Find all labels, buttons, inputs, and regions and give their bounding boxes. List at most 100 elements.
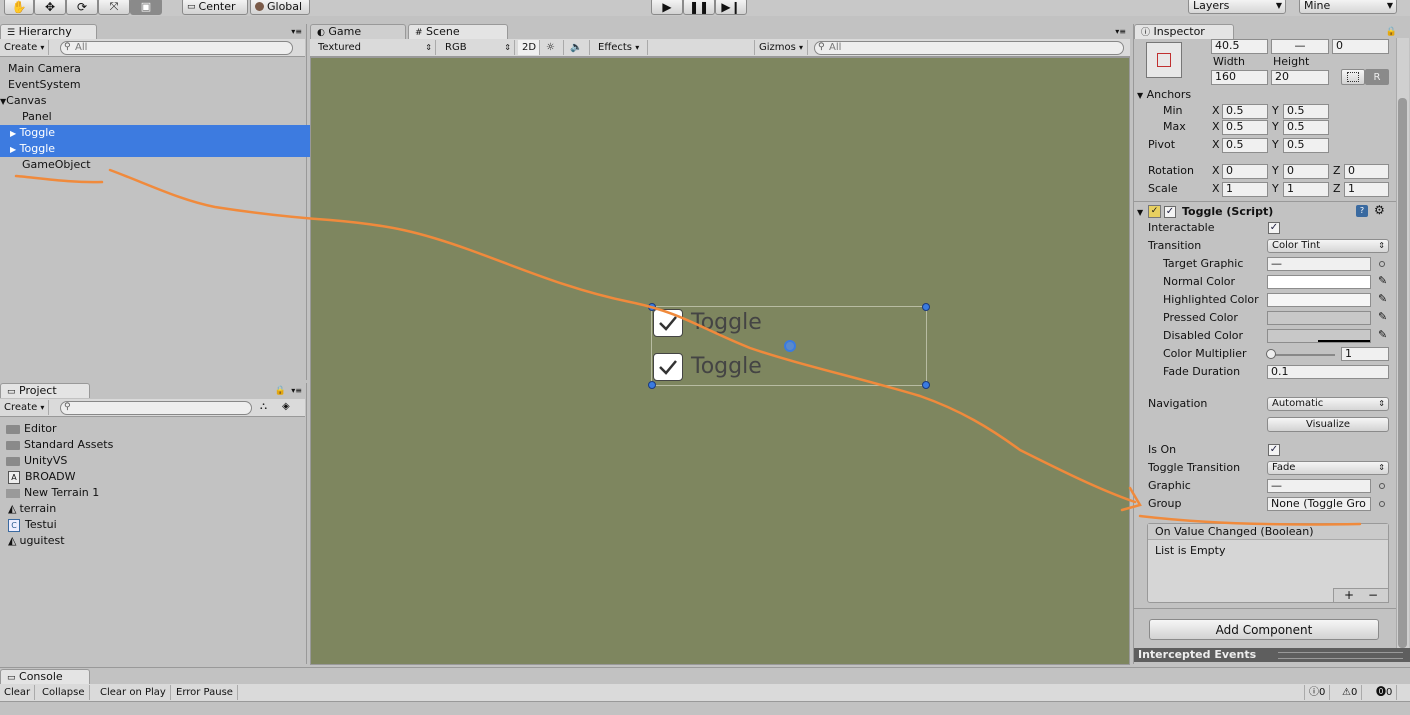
raw-edit-button[interactable]: R xyxy=(1365,69,1389,85)
filter-type-icon[interactable]: ⛬ xyxy=(260,401,267,412)
intercepted-events-bar[interactable]: Intercepted Events xyxy=(1134,648,1410,662)
hierarchy-item-panel[interactable]: Panel xyxy=(0,109,326,125)
disabled-color-field[interactable] xyxy=(1267,329,1371,343)
panel-menu-icon[interactable]: ▾≡ xyxy=(291,27,302,36)
hand-tool-button[interactable]: ✋ xyxy=(4,0,34,15)
layout-dropdown[interactable]: Mine ▼ xyxy=(1299,0,1397,14)
lighting-toggle-button[interactable]: ☼ xyxy=(542,40,564,55)
add-component-button[interactable]: Add Component xyxy=(1149,619,1379,640)
lock-icon[interactable]: 🔒 xyxy=(1386,27,1397,37)
help-book-icon[interactable]: ? xyxy=(1356,205,1368,217)
hierarchy-item-toggle[interactable]: ▶ Toggle xyxy=(0,125,314,141)
component-enabled-checkbox[interactable]: ✓ xyxy=(1164,206,1176,218)
rect-handle[interactable] xyxy=(922,381,930,389)
project-item-editor[interactable]: Editor xyxy=(0,421,310,437)
audio-toggle-button[interactable]: 🔈 xyxy=(566,40,590,55)
pivot-y-field[interactable]: 0.5 xyxy=(1283,138,1329,153)
lock-icon[interactable]: 🔒 xyxy=(275,386,286,396)
pivot-x-field[interactable]: 0.5 xyxy=(1222,138,1268,153)
step-button[interactable]: ▶❙ xyxy=(715,0,747,15)
foldout-arrow-icon[interactable]: ▼ xyxy=(1137,208,1143,217)
toggle-checkbox[interactable] xyxy=(653,353,683,381)
play-button[interactable]: ▶ xyxy=(651,0,683,15)
hierarchy-item-eventsystem[interactable]: EventSystem xyxy=(0,77,312,93)
object-picker-icon[interactable] xyxy=(1379,261,1385,267)
is-on-checkbox[interactable]: ✓ xyxy=(1268,444,1280,456)
interactable-checkbox[interactable]: ✓ xyxy=(1268,222,1280,234)
console-error-pause-button[interactable]: Error Pause xyxy=(172,685,238,700)
scene-viewport[interactable]: Toggle Toggle xyxy=(310,57,1130,665)
eyedropper-icon[interactable]: ✎ xyxy=(1378,292,1387,305)
hierarchy-search-input[interactable]: ⚲ All xyxy=(60,41,293,55)
tab-console[interactable]: ▭ Console xyxy=(0,669,90,684)
move-tool-button[interactable]: ✥ xyxy=(34,0,66,15)
scene-toggle[interactable]: Toggle xyxy=(653,308,833,340)
project-create-button[interactable]: Create ▾ xyxy=(0,400,50,415)
pause-button[interactable]: ❚❚ xyxy=(683,0,715,15)
scrollbar-thumb[interactable] xyxy=(1398,98,1407,648)
width-field[interactable]: 160 xyxy=(1211,70,1268,85)
filter-label-icon[interactable]: ◈ xyxy=(282,401,290,412)
anchor-preset-button[interactable] xyxy=(1146,42,1182,78)
rot-z-field[interactable]: 0 xyxy=(1344,164,1389,179)
add-event-icon[interactable]: + xyxy=(1344,588,1354,602)
eyedropper-icon[interactable]: ✎ xyxy=(1378,274,1387,287)
console-error-toggle[interactable]: ⓿0 xyxy=(1372,685,1398,700)
pos-z-field[interactable]: 0 xyxy=(1332,39,1389,54)
effects-dropdown[interactable]: Effects ▾ xyxy=(594,40,648,55)
hierarchy-item-toggle[interactable]: ▶ Toggle xyxy=(0,141,314,157)
scene-search-input[interactable]: ⚲ All xyxy=(814,41,1124,55)
tab-game[interactable]: ◐ Game xyxy=(310,24,406,39)
project-item-terrain[interactable]: ◭ terrain xyxy=(0,501,312,517)
panel-menu-icon[interactable]: ▾≡ xyxy=(291,386,302,395)
hierarchy-item-main-camera[interactable]: Main Camera xyxy=(0,61,312,77)
eyedropper-icon[interactable]: ✎ xyxy=(1378,310,1387,323)
hierarchy-create-button[interactable]: Create ▾ xyxy=(0,40,50,55)
highlighted-color-field[interactable] xyxy=(1267,293,1371,307)
global-button[interactable]: Global xyxy=(250,0,310,15)
gizmos-dropdown[interactable]: Gizmos ▾ xyxy=(754,40,808,55)
draw-mode-dropdown[interactable]: Textured ⇕ xyxy=(314,40,436,55)
color-multiplier-field[interactable]: 1 xyxy=(1341,347,1389,361)
object-picker-icon[interactable] xyxy=(1379,501,1385,507)
project-search-input[interactable]: ⚲ xyxy=(60,401,252,415)
scale-tool-button[interactable]: ⤧ xyxy=(98,0,130,15)
gear-icon[interactable]: ⚙ xyxy=(1374,203,1385,217)
visualize-button[interactable]: Visualize xyxy=(1267,417,1389,432)
inspector-scrollbar[interactable] xyxy=(1396,38,1409,655)
pivot-handle[interactable] xyxy=(784,340,796,352)
blueprint-mode-button[interactable] xyxy=(1341,69,1365,85)
2d-toggle-button[interactable]: 2D xyxy=(518,40,540,55)
expand-arrow-icon[interactable]: ▶ xyxy=(10,129,16,138)
height-field[interactable]: 20 xyxy=(1271,70,1329,85)
console-warning-toggle[interactable]: ⚠0 xyxy=(1338,685,1363,700)
pos-y-field[interactable]: — xyxy=(1271,39,1329,54)
anchors-foldout[interactable]: ▼ Anchors xyxy=(1137,88,1191,103)
project-item-broadw[interactable]: A BROADW xyxy=(0,469,312,485)
hierarchy-item-canvas[interactable]: ▼Canvas xyxy=(0,93,304,109)
rot-x-field[interactable]: 0 xyxy=(1222,164,1268,179)
max-x-field[interactable]: 0.5 xyxy=(1222,120,1268,135)
project-item-new-terrain[interactable]: New Terrain 1 xyxy=(0,485,310,501)
hierarchy-item-gameobject[interactable]: GameObject xyxy=(0,157,326,173)
layers-dropdown[interactable]: Layers ▼ xyxy=(1188,0,1286,14)
project-item-testui[interactable]: C Testui xyxy=(0,517,312,533)
tab-project[interactable]: ▭ Project xyxy=(0,383,90,398)
panel-menu-icon[interactable]: ▾≡ xyxy=(1115,27,1126,36)
pos-x-field[interactable]: 40.5 xyxy=(1211,39,1268,54)
eyedropper-icon[interactable]: ✎ xyxy=(1378,328,1387,341)
tab-hierarchy[interactable]: ☰ Hierarchy xyxy=(0,24,97,39)
color-multiplier-slider[interactable] xyxy=(1269,354,1335,356)
min-y-field[interactable]: 0.5 xyxy=(1283,104,1329,119)
transition-dropdown[interactable]: Color Tint ⇕ xyxy=(1267,239,1389,253)
pressed-color-field[interactable] xyxy=(1267,311,1371,325)
scale-y-field[interactable]: 1 xyxy=(1283,182,1329,197)
graphic-field[interactable]: — xyxy=(1267,479,1371,493)
max-y-field[interactable]: 0.5 xyxy=(1283,120,1329,135)
group-field[interactable]: None (Toggle Gro xyxy=(1267,497,1371,511)
console-clear-button[interactable]: Clear xyxy=(0,685,36,700)
toggle-transition-dropdown[interactable]: Fade ⇕ xyxy=(1267,461,1389,475)
rect-tool-button[interactable]: ▣ xyxy=(130,0,162,15)
object-picker-icon[interactable] xyxy=(1379,483,1385,489)
target-graphic-field[interactable]: — xyxy=(1267,257,1371,271)
